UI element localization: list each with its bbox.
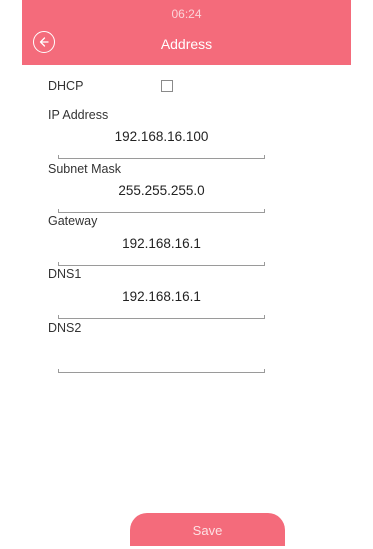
subnet-mask-value: 255.255.255.0 <box>118 183 205 198</box>
dns2-underline <box>58 369 265 373</box>
gateway-underline <box>58 262 265 266</box>
dns2-label: DNS2 <box>48 321 82 335</box>
ip-address-field[interactable]: 192.168.16.100 <box>58 129 265 159</box>
page-title: Address <box>160 36 213 52</box>
status-time: 06:24 <box>171 7 202 21</box>
dns1-underline <box>58 315 265 319</box>
dns1-field[interactable]: 192.168.16.1 <box>58 289 265 319</box>
dns1-label: DNS1 <box>48 267 82 281</box>
subnet-mask-label: Subnet Mask <box>48 162 121 176</box>
gateway-field[interactable]: 192.168.16.1 <box>58 236 265 266</box>
address-screen: 06:24 Address DHCP IP Address 192.168.16… <box>22 0 351 546</box>
ip-address-underline <box>58 155 265 159</box>
gateway-label: Gateway <box>48 214 98 228</box>
ip-address-label: IP Address <box>48 108 109 122</box>
subnet-mask-field[interactable]: 255.255.255.0 <box>58 183 265 213</box>
subnet-mask-underline <box>58 209 265 213</box>
dns2-field[interactable] <box>58 343 265 373</box>
dhcp-label: DHCP <box>48 79 84 93</box>
gateway-value: 192.168.16.1 <box>122 236 201 251</box>
dns1-value: 192.168.16.1 <box>122 289 201 304</box>
ip-address-value: 192.168.16.100 <box>114 129 209 144</box>
header-bar: 06:24 Address <box>22 0 351 65</box>
save-button[interactable]: Save <box>130 513 285 546</box>
dhcp-checkbox[interactable] <box>161 80 173 92</box>
